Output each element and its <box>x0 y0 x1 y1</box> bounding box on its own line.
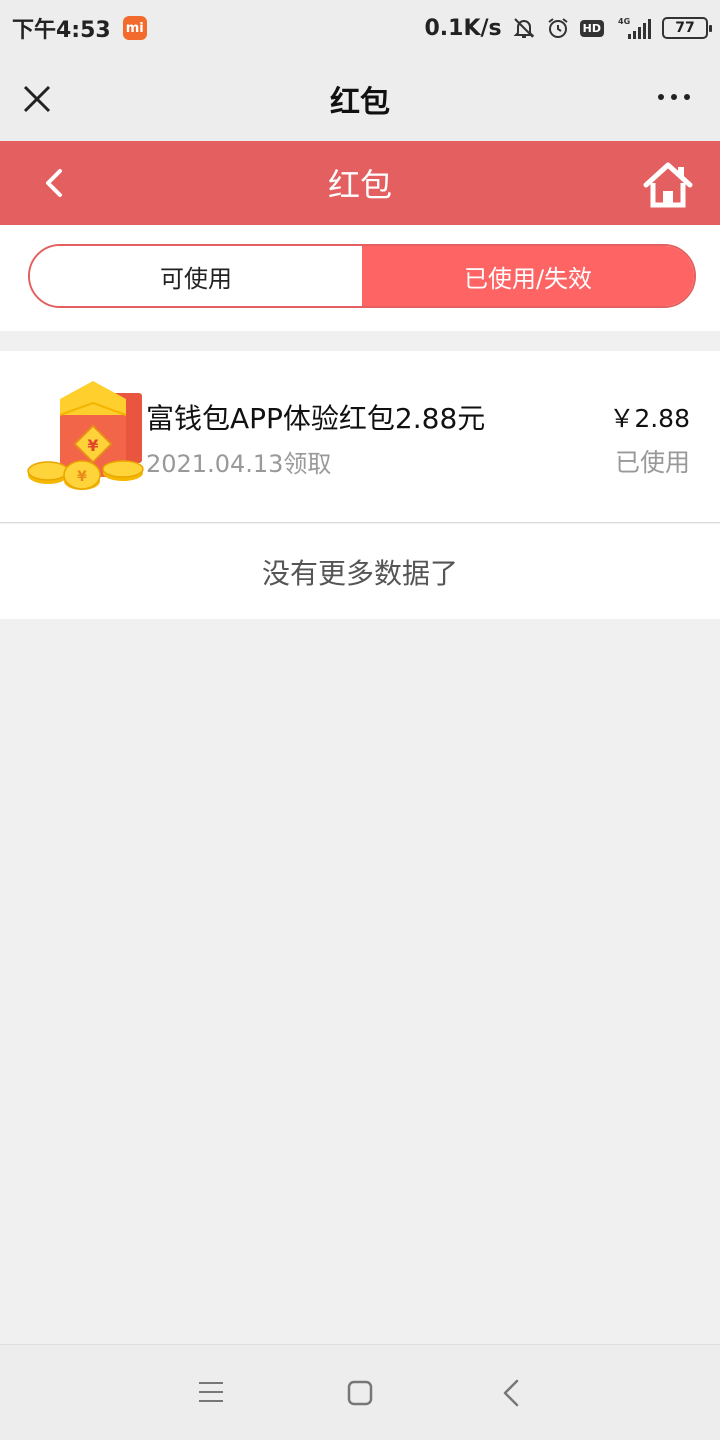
mi-icon: mi <box>122 16 147 40</box>
tab-available[interactable]: 可使用 <box>30 246 362 306</box>
home-icon[interactable] <box>642 159 694 211</box>
tab-used-expired[interactable]: 已使用/失效 <box>362 246 694 306</box>
back-nav-icon[interactable] <box>500 1379 522 1407</box>
menu-icon[interactable] <box>198 1381 224 1403</box>
no-more-data: 没有更多数据了 <box>0 524 720 619</box>
page-header: 红包 <box>0 141 720 225</box>
status-time: 下午4:53 <box>12 18 111 43</box>
list-item[interactable]: ¥ ¥ 富钱包APP体验红包2.88元 2021.04.13领取 ￥2.88 已… <box>0 351 720 523</box>
wechat-title: 红包 <box>330 84 390 120</box>
status-right: 0.1K/s HD 4G 77 <box>424 15 712 41</box>
item-amount: ￥2.88 <box>609 404 690 433</box>
battery-level: 77 <box>675 20 695 36</box>
page: 下午4:53 mi 0.1K/s HD 4G 77 红包 红包 可使用 已使用/… <box>0 0 720 1440</box>
navigation-bar <box>0 1344 720 1440</box>
svg-text:¥: ¥ <box>77 469 87 485</box>
network-type: 4G <box>618 17 630 26</box>
back-arrow-icon[interactable] <box>40 167 70 199</box>
tabs-section: 可使用 已使用/失效 <box>0 225 720 331</box>
item-date: 2021.04.13领取 <box>146 450 332 478</box>
red-envelope-icon: ¥ ¥ <box>27 381 144 490</box>
item-title: 富钱包APP体验红包2.88元 <box>146 402 486 435</box>
status-left: 下午4:53 mi <box>12 12 147 44</box>
wechat-title-bar: 红包 <box>0 56 720 141</box>
more-icon[interactable] <box>658 94 690 100</box>
mute-bell-icon <box>513 18 535 38</box>
signal-icon: 4G <box>618 17 651 39</box>
svg-text:¥: ¥ <box>87 436 98 455</box>
alarm-icon <box>548 18 568 38</box>
battery-icon: 77 <box>662 17 712 39</box>
status-bar: 下午4:53 mi 0.1K/s HD 4G 77 <box>0 0 720 56</box>
page-title: 红包 <box>327 166 392 204</box>
item-status: 已使用 <box>614 448 690 477</box>
tab-switch: 可使用 已使用/失效 <box>28 244 696 308</box>
hd-badge: HD <box>579 19 604 37</box>
home-square-icon[interactable] <box>347 1380 373 1406</box>
network-speed: 0.1K/s <box>424 15 502 41</box>
close-icon[interactable] <box>22 84 52 114</box>
